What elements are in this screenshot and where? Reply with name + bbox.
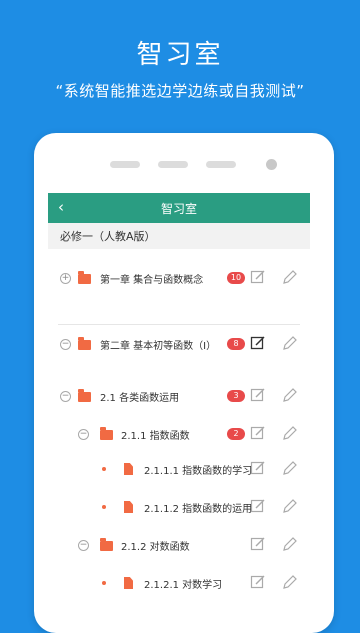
badge: 10 xyxy=(227,272,245,284)
tree-row-chapter-2[interactable]: − 第二章 基本初等函数（Ⅰ） 8 xyxy=(48,325,310,363)
collapse-icon[interactable]: − xyxy=(78,540,89,551)
pencil-icon[interactable] xyxy=(282,460,298,476)
pencil-icon[interactable] xyxy=(282,335,298,351)
tree-label: 2.1.1.1 指数函数的学习 xyxy=(144,466,253,477)
tree-row-2-1-2[interactable]: − 2.1.2 对数函数 xyxy=(48,526,310,564)
pencil-icon[interactable] xyxy=(282,536,298,552)
badge: 3 xyxy=(227,390,245,402)
folder-icon xyxy=(78,337,91,350)
edit-icon[interactable] xyxy=(250,460,266,476)
collapse-icon[interactable]: − xyxy=(60,391,71,402)
tree-label: 第一章 集合与函数概念 xyxy=(100,275,204,286)
pencil-icon[interactable] xyxy=(282,387,298,403)
bullet-dot xyxy=(102,581,106,585)
app-title: 智习室 xyxy=(160,201,197,216)
bullet-dot xyxy=(102,505,106,509)
folder-icon xyxy=(78,389,91,402)
tree-label: 2.1.2 对数函数 xyxy=(121,542,190,553)
edit-icon[interactable] xyxy=(250,574,266,590)
phone-speaker xyxy=(110,161,140,168)
pencil-icon[interactable] xyxy=(282,498,298,514)
tree-label: 第二章 基本初等函数（Ⅰ） xyxy=(100,341,217,352)
edit-icon[interactable] xyxy=(250,425,266,441)
bullet-dot xyxy=(102,467,106,471)
document-icon xyxy=(124,463,133,475)
edit-icon[interactable] xyxy=(250,498,266,514)
pencil-icon[interactable] xyxy=(282,425,298,441)
promo-title: 智习室 xyxy=(136,40,224,70)
expand-icon[interactable]: + xyxy=(60,273,71,284)
folder-icon xyxy=(78,271,91,284)
document-icon xyxy=(124,577,133,589)
phone-speaker xyxy=(158,161,188,168)
phone-camera xyxy=(266,159,277,170)
tree-row-section-2-1[interactable]: − 2.1 各类函数运用 3 xyxy=(48,377,310,415)
edit-icon[interactable] xyxy=(250,269,266,285)
tree-row-chapter-1[interactable]: + 第一章 集合与函数概念 10 xyxy=(48,259,310,297)
tree-row-2-1-1-1[interactable]: 2.1.1.1 指数函数的学习 xyxy=(48,450,310,488)
folder-icon xyxy=(100,427,113,440)
back-icon[interactable]: ‹ xyxy=(58,199,64,216)
section-title: 必修一（人教A版） xyxy=(60,230,156,243)
tree-label: 2.1.2.1 对数学习 xyxy=(144,580,223,591)
phone-speaker xyxy=(206,161,236,168)
pencil-icon[interactable] xyxy=(282,574,298,590)
section-header: 必修一（人教A版） xyxy=(48,223,310,249)
app-screen: ‹ 智习室 必修一（人教A版） + 第一章 集合与函数概念 10 − 第二章 基… xyxy=(48,193,310,613)
tree-row-2-1-1-2[interactable]: 2.1.1.2 指数函数的运用 xyxy=(48,488,310,526)
collapse-icon[interactable]: − xyxy=(60,339,71,350)
folder-icon xyxy=(100,538,113,551)
collapse-icon[interactable]: − xyxy=(78,429,89,440)
badge: 8 xyxy=(227,338,245,350)
edit-icon[interactable] xyxy=(250,387,266,403)
edit-icon[interactable] xyxy=(250,536,266,552)
promo-subtitle: “系统智能推选边学边练或自我测试” xyxy=(55,82,305,100)
tree-row-2-1-1[interactable]: − 2.1.1 指数函数 2 xyxy=(48,415,310,453)
badge: 2 xyxy=(227,428,245,440)
tree-label: 2.1 各类函数运用 xyxy=(100,393,180,404)
tree-label: 2.1.1.2 指数函数的运用 xyxy=(144,504,253,515)
tree-label: 2.1.1 指数函数 xyxy=(121,431,190,442)
tree-row-2-1-2-1[interactable]: 2.1.2.1 对数学习 xyxy=(48,564,310,602)
pencil-icon[interactable] xyxy=(282,269,298,285)
edit-icon[interactable] xyxy=(250,335,266,351)
app-bar: ‹ 智习室 xyxy=(48,193,310,223)
document-icon xyxy=(124,501,133,513)
